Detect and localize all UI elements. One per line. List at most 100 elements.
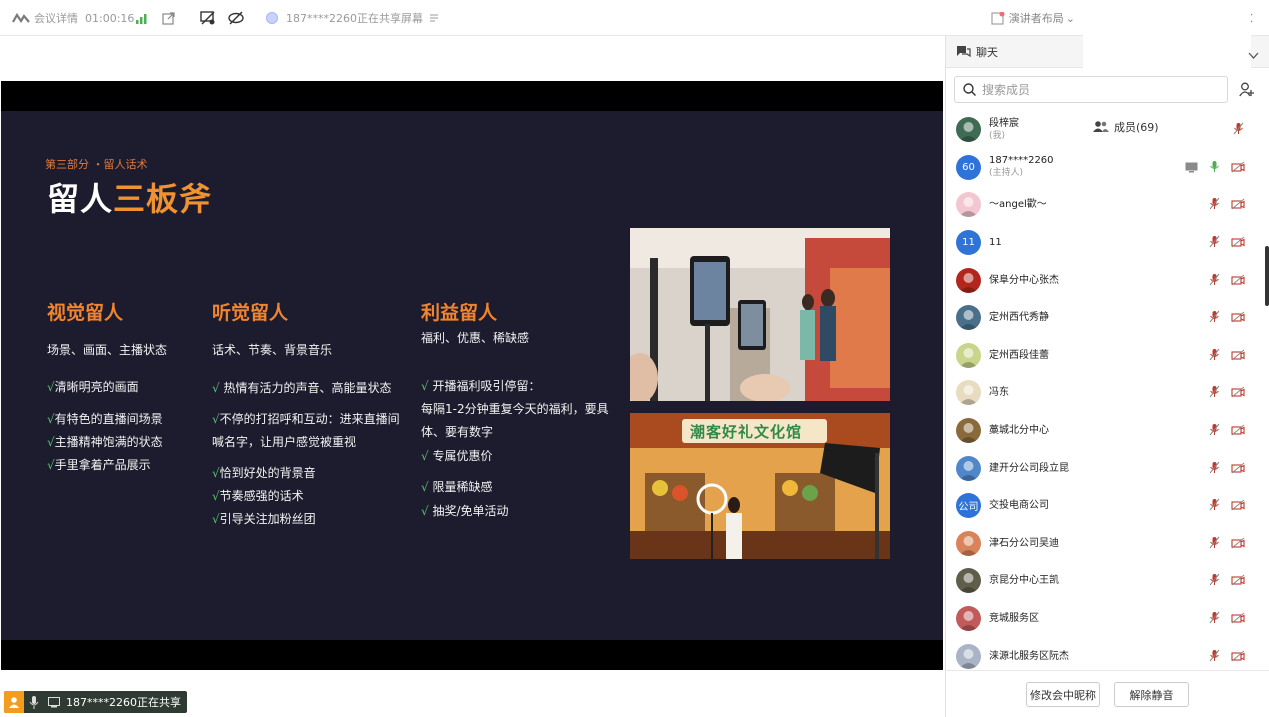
user-icon[interactable]: [4, 691, 24, 713]
bullet-text: 热情有活力的声音、高能量状态: [219, 381, 392, 395]
member-row[interactable]: 冯东: [946, 374, 1261, 412]
member-row[interactable]: 段梓宸 (我): [946, 111, 1261, 149]
sharer-status-text: 187****2260正在共享屏幕: [286, 12, 423, 25]
meeting-details-link[interactable]: 会议详情: [34, 0, 78, 36]
mic-muted-icon[interactable]: [1208, 496, 1221, 515]
member-name: 京昆分中心王凯: [989, 575, 1059, 587]
member-row[interactable]: 保阜分中心张杰: [946, 261, 1261, 299]
chevron-down-icon: ⌄: [1065, 11, 1075, 25]
camera-off-icon[interactable]: [1231, 271, 1245, 290]
add-member-button[interactable]: [1233, 76, 1261, 103]
member-role: (主持人): [989, 168, 1024, 179]
camera-off-icon[interactable]: [1231, 195, 1245, 214]
microphone-icon[interactable]: [24, 691, 44, 713]
screen-share-icon[interactable]: [44, 691, 64, 713]
bullet-line: √ 开播福利吸引停留：: [421, 377, 540, 395]
member-row[interactable]: 定州西段佳蕾: [946, 337, 1261, 375]
camera-off-icon[interactable]: [1231, 346, 1245, 365]
camera-off-icon[interactable]: [1231, 459, 1245, 478]
camera-off-icon[interactable]: [1231, 496, 1245, 515]
bullet-line: 体、要有数字: [421, 425, 494, 439]
check-icon: √: [47, 380, 55, 394]
camera-off-icon[interactable]: [1231, 534, 1245, 553]
mic-muted-icon[interactable]: [1208, 647, 1221, 666]
column-benefit: 利益留人 福利、优惠、稀缺感 √ 开播福利吸引停留： 每隔1-2分钟重复今天的福…: [421, 298, 609, 518]
check-icon: √: [212, 489, 220, 503]
camera-off-icon[interactable]: [1231, 308, 1245, 327]
camera-off-icon[interactable]: [1231, 421, 1245, 440]
layout-button[interactable]: 演讲者布局 ⌄: [991, 10, 1075, 26]
bullet-line: √有特色的直播间场景: [47, 410, 163, 428]
mic-muted-icon[interactable]: [1208, 421, 1221, 440]
member-status-icons: [1208, 346, 1245, 365]
mic-muted-icon[interactable]: [1208, 383, 1221, 402]
avatar: 60: [956, 154, 981, 180]
mic-muted-icon[interactable]: [1208, 609, 1221, 628]
check-icon: √: [212, 381, 220, 395]
rename-button[interactable]: 修改会中昵称: [1026, 682, 1100, 707]
member-row[interactable]: ～angel歡～: [946, 186, 1261, 224]
mic-muted-icon[interactable]: [1232, 120, 1245, 139]
popout-icon[interactable]: [162, 0, 175, 36]
member-name: 交投电商公司: [989, 500, 1049, 512]
member-status-icons: [1208, 383, 1245, 402]
member-row[interactable]: 公司 交投电商公司: [946, 487, 1261, 525]
avatar: [956, 267, 981, 293]
member-row[interactable]: 建开分公司段立昆: [946, 449, 1261, 487]
member-status-icons: [1185, 158, 1245, 177]
camera-off-icon[interactable]: [1231, 158, 1245, 177]
member-row[interactable]: 11 11: [946, 224, 1261, 262]
tab-chat-label: 聊天: [976, 45, 998, 59]
mic-muted-icon[interactable]: [1208, 459, 1221, 478]
bullet-text: 限量稀缺感: [428, 480, 493, 494]
mic-on-icon[interactable]: [1208, 158, 1221, 177]
camera-off-icon[interactable]: [1231, 233, 1245, 252]
camera-off-icon[interactable]: [1231, 383, 1245, 402]
scrollbar[interactable]: [1265, 246, 1269, 306]
bullet-line: √ 热情有活力的声音、高能量状态: [212, 379, 391, 397]
mic-muted-icon[interactable]: [1208, 233, 1221, 252]
slide-photo-livestream: [630, 228, 890, 401]
member-row[interactable]: 涞源北服务区阮杰: [946, 637, 1261, 671]
bullet-line: √恰到好处的背景音: [212, 464, 316, 482]
member-name-block: 涞源北服务区阮杰: [989, 650, 1069, 663]
check-icon: √: [421, 504, 429, 518]
column-subtitle: 话术、节奏、背景音乐: [212, 343, 333, 357]
member-row[interactable]: 藁城北分中心: [946, 412, 1261, 450]
member-row[interactable]: 津石分公司吴迪: [946, 525, 1261, 563]
mic-muted-icon[interactable]: [1208, 346, 1221, 365]
mic-muted-icon[interactable]: [1208, 534, 1221, 553]
member-name-block: 11: [989, 236, 1002, 249]
member-search[interactable]: [954, 76, 1228, 103]
member-row[interactable]: 定州西代秀静: [946, 299, 1261, 337]
chevron-down-icon[interactable]: [1248, 45, 1259, 64]
check-icon: √: [212, 466, 220, 480]
search-input[interactable]: [982, 82, 1202, 97]
unmute-all-button[interactable]: 解除静音: [1114, 682, 1189, 707]
mic-muted-icon[interactable]: [1208, 571, 1221, 590]
hide-video-icon[interactable]: [228, 0, 244, 36]
camera-off-icon[interactable]: [1231, 571, 1245, 590]
tab-chat[interactable]: 聊天: [946, 36, 1083, 68]
camera-off-icon[interactable]: [1231, 647, 1245, 666]
mic-muted-icon[interactable]: [1208, 308, 1221, 327]
camera-off-icon[interactable]: [1231, 609, 1245, 628]
column-heading: 视觉留人: [47, 302, 124, 324]
bullet-line: √清晰明亮的画面: [47, 378, 139, 396]
member-status-icons: [1208, 459, 1245, 478]
member-row[interactable]: 京昆分中心王凯: [946, 562, 1261, 600]
title-bar: 会议详情 01:00:16 187****2260正在共享屏幕 演讲者布局 ⌄ …: [0, 0, 1269, 36]
mic-muted-icon[interactable]: [1208, 195, 1221, 214]
members-panel: 聊天 成员(69) 段梓宸(我) 60 187****2260(主持人) ～angel…: [945, 0, 1269, 717]
sharing-status-bar[interactable]: 187****2260正在共享: [4, 691, 187, 713]
member-row[interactable]: 60 187****2260 (主持人): [946, 149, 1261, 187]
network-signal-icon[interactable]: [136, 0, 149, 36]
mic-muted-icon[interactable]: [1208, 271, 1221, 290]
bullet-text: 有特色的直播间场景: [54, 412, 163, 426]
screen-annotate-icon[interactable]: [200, 0, 216, 36]
member-row[interactable]: 竞城服务区: [946, 600, 1261, 638]
bullet-text: 专属优惠价: [428, 449, 493, 463]
member-name: 定州西代秀静: [989, 312, 1049, 324]
avatar: [956, 380, 981, 406]
member-name-block: 京昆分中心王凯: [989, 574, 1059, 587]
